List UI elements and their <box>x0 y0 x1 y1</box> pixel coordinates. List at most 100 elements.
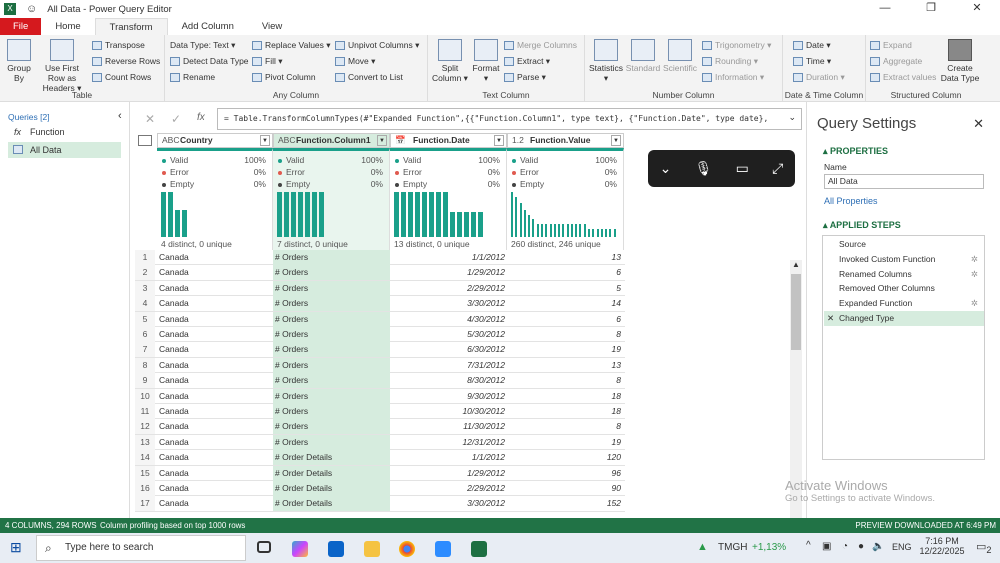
cell-value[interactable]: 13 <box>507 250 621 265</box>
cell-country[interactable]: Canada <box>159 342 189 357</box>
distribution-bar[interactable] <box>464 212 469 237</box>
chrome-icon[interactable] <box>399 541 415 557</box>
cell-country[interactable]: Canada <box>159 327 189 342</box>
minimize-button[interactable]: — <box>862 0 908 16</box>
cell-date[interactable]: 3/30/2012 <box>390 296 505 311</box>
distribution-bar[interactable] <box>579 224 581 238</box>
microphone-icon[interactable]: ● <box>858 541 864 552</box>
distribution-bar[interactable] <box>597 229 599 237</box>
cancel-icon[interactable]: ✕ <box>145 112 155 126</box>
meet-icon[interactable]: ▣ <box>822 541 831 552</box>
row-number[interactable]: 15 <box>135 466 155 481</box>
row-number[interactable]: 14 <box>135 450 155 465</box>
excel-taskbar-icon[interactable] <box>471 541 487 557</box>
detect-data-type-button[interactable]: Detect Data Type <box>170 56 249 66</box>
close-button[interactable]: ✕ <box>954 0 1000 16</box>
fx-icon[interactable]: fx <box>197 112 205 123</box>
distribution-bar[interactable] <box>609 229 611 237</box>
cell-value[interactable]: 19 <box>507 435 621 450</box>
cell-function[interactable]: # Orders <box>273 404 390 419</box>
notifications-icon[interactable]: ▭2 <box>976 540 992 555</box>
filter-dropdown-icon[interactable]: ▼ <box>611 135 621 146</box>
distribution-bar[interactable] <box>524 210 526 237</box>
cell-country[interactable]: Canada <box>159 296 189 311</box>
distribution-bar[interactable] <box>571 224 573 238</box>
data-type-dropdown[interactable]: Data Type: Text ▾ <box>170 40 235 51</box>
row-number[interactable]: 3 <box>135 281 155 296</box>
cell-value[interactable]: 19 <box>507 342 621 357</box>
formula-input[interactable]: = Table.TransformColumnTypes(#"Expanded … <box>217 108 802 130</box>
cell-value[interactable]: 6 <box>507 312 621 327</box>
distribution-bar[interactable] <box>562 224 564 238</box>
row-number[interactable]: 4 <box>135 296 155 311</box>
scientific-button[interactable]: Scientific <box>662 39 698 73</box>
expand-formula-chevron-icon[interactable]: ⌄ <box>788 112 796 123</box>
distribution-bar[interactable] <box>298 192 303 237</box>
count-rows-button[interactable]: Count Rows <box>92 72 151 82</box>
distribution-bar[interactable] <box>567 224 569 238</box>
cell-value[interactable]: 8 <box>507 373 621 388</box>
distribution-bar[interactable] <box>182 210 187 237</box>
cell-function[interactable]: # Orders <box>273 358 390 373</box>
column-header[interactable]: ABCFunction.Column1▼ <box>273 133 390 148</box>
row-number[interactable]: 6 <box>135 327 155 342</box>
cell-function[interactable]: # Orders <box>273 312 390 327</box>
cell-country[interactable]: Canada <box>159 496 189 511</box>
distribution-bar[interactable] <box>601 229 603 237</box>
row-number[interactable]: 2 <box>135 265 155 280</box>
expand-icon[interactable]: ⤢ <box>772 160 783 177</box>
queries-header[interactable]: Queries [2] <box>8 112 50 122</box>
fill-button[interactable]: Fill ▾ <box>252 56 283 67</box>
cell-function[interactable]: # Orders <box>273 327 390 342</box>
tab-file[interactable]: File <box>0 18 41 35</box>
cell-date[interactable]: 10/30/2012 <box>390 404 505 419</box>
applied-step[interactable]: Removed Other Columns✲ <box>824 281 984 296</box>
column-type-icon[interactable]: 1.2 <box>512 134 524 147</box>
distribution-bar[interactable] <box>554 224 556 238</box>
cell-date[interactable]: 8/30/2012 <box>390 373 505 388</box>
distribution-bar[interactable] <box>545 224 547 238</box>
restore-button[interactable]: ❐ <box>908 0 954 16</box>
applied-step[interactable]: Renamed Columns <box>824 267 984 282</box>
distribution-bar[interactable] <box>550 224 552 238</box>
column-header[interactable]: ABCCountry▼ <box>157 133 273 148</box>
scroll-up-icon[interactable]: ▲ <box>792 260 800 269</box>
properties-header[interactable]: ▴ PROPERTIES <box>823 146 888 157</box>
distribution-bar[interactable] <box>541 224 543 238</box>
cell-country[interactable]: Canada <box>159 281 189 296</box>
cell-date[interactable]: 12/31/2012 <box>390 435 505 450</box>
tab-add-column[interactable]: Add Column <box>168 18 248 35</box>
outlook-icon[interactable] <box>328 541 344 557</box>
distribution-bar[interactable] <box>443 192 448 237</box>
cell-date[interactable]: 2/29/2012 <box>390 281 505 296</box>
distribution-bar[interactable] <box>394 192 399 237</box>
all-properties-link[interactable]: All Properties <box>824 196 878 206</box>
standard-button[interactable]: Standard <box>625 39 661 73</box>
cell-country[interactable]: Canada <box>159 389 189 404</box>
column-type-icon[interactable]: ABC <box>162 134 179 147</box>
cell-value[interactable]: 18 <box>507 389 621 404</box>
cell-value[interactable]: 152 <box>507 496 621 511</box>
distribution-bar[interactable] <box>408 192 413 237</box>
row-number[interactable]: 10 <box>135 389 155 404</box>
cell-country[interactable]: Canada <box>159 312 189 327</box>
cell-date[interactable]: 9/30/2012 <box>390 389 505 404</box>
distribution-bar[interactable] <box>520 203 522 237</box>
filter-dropdown-icon[interactable]: ▼ <box>494 135 504 146</box>
distribution-bar[interactable] <box>291 192 296 237</box>
expand-button[interactable]: Expand <box>870 40 912 50</box>
distribution-bar[interactable] <box>277 192 282 237</box>
date-button[interactable]: Date ▾ <box>793 40 831 51</box>
convert-to-list-button[interactable]: Convert to List <box>335 72 403 82</box>
file-explorer-icon[interactable] <box>364 541 380 557</box>
distribution-bar[interactable] <box>168 192 173 237</box>
chevron-down-icon[interactable]: ⌄ <box>660 160 672 177</box>
cell-value[interactable]: 8 <box>507 419 621 434</box>
merge-columns-button[interactable]: Merge Columns <box>504 40 577 50</box>
distribution-bar[interactable] <box>614 229 616 237</box>
clock[interactable]: 7:16 PM12/22/2025 <box>917 536 967 556</box>
distribution-bar[interactable] <box>305 192 310 237</box>
column-header[interactable]: 📅Function.Date▼ <box>390 133 507 148</box>
row-number[interactable]: 5 <box>135 312 155 327</box>
cell-function[interactable]: # Order Details <box>273 481 390 496</box>
